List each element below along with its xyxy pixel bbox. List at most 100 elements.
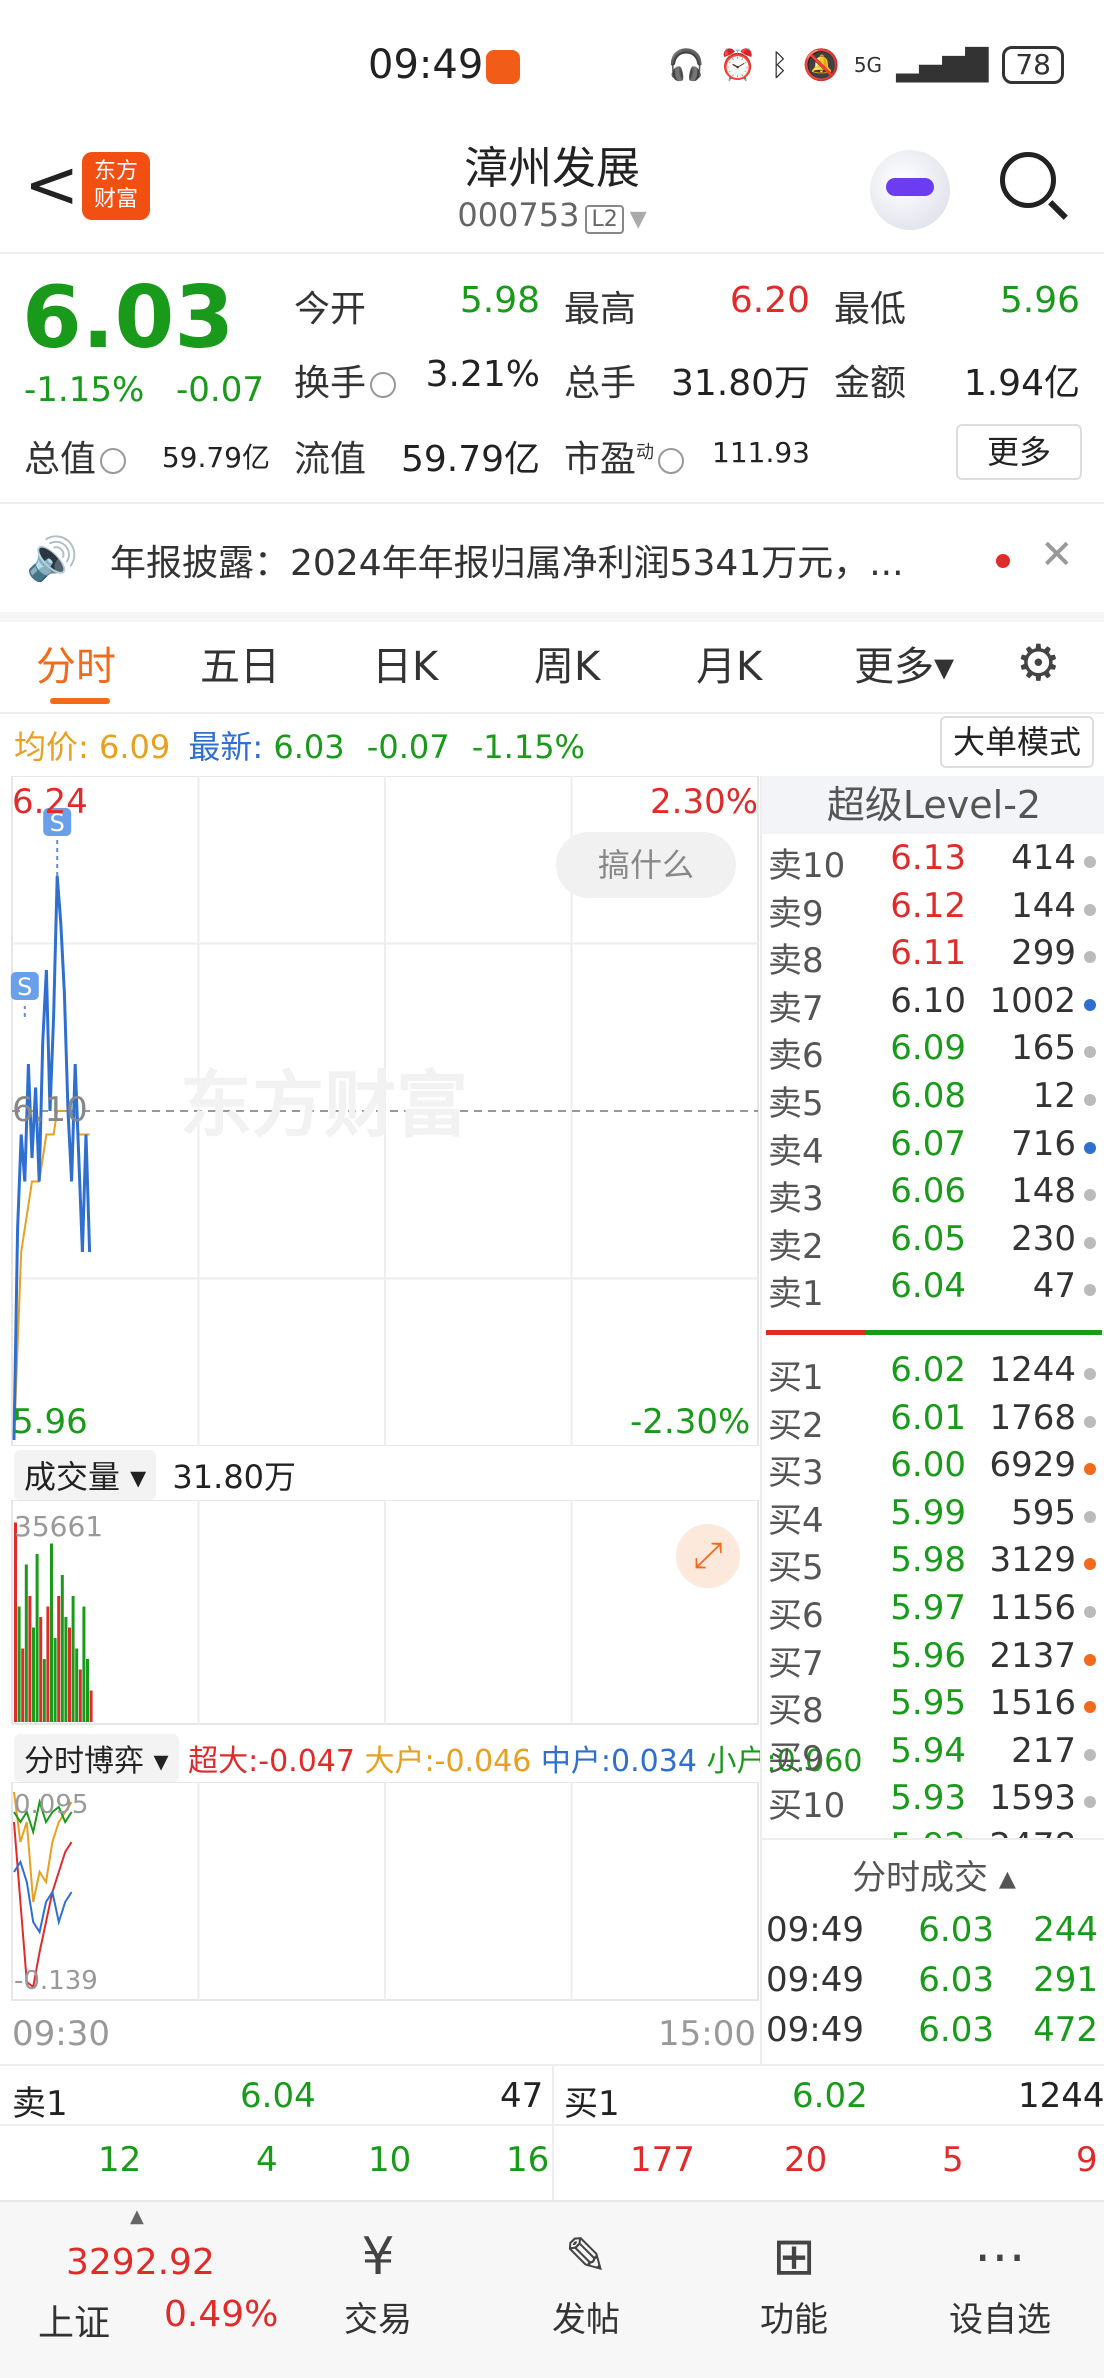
ask-row[interactable]: 卖7 6.10 1002 [762, 981, 1104, 1029]
ai-bubble-button[interactable]: 搞什么 [556, 832, 736, 898]
robot-assistant-icon[interactable] [870, 150, 950, 230]
volume-bar [14, 1522, 17, 1722]
turnover-label: 换手 [294, 354, 397, 406]
more-button[interactable]: 更多 [956, 424, 1082, 480]
change-percent: -1.15% [24, 370, 145, 410]
bid1-label: 买1 [564, 2084, 620, 2124]
order-dot [1084, 1653, 1096, 1666]
chart-tabs: 分时 五日 日K 周K 月K 更多▾ ⚙ [0, 624, 1104, 714]
volume-selector[interactable]: 成交量 ▾ [14, 1450, 157, 1500]
level-label: 卖9 [768, 893, 824, 934]
expand-icon[interactable]: ⤢ [676, 1524, 740, 1588]
order-dot [1084, 856, 1096, 868]
index-ticker[interactable]: ▲ 3292.92 上证 0.49% [0, 2202, 290, 2378]
price-summary-line: 均价: 6.09 最新: 6.03 -0.07 -1.15% [14, 722, 585, 768]
bid-count: 5 [942, 2140, 964, 2180]
info-icon[interactable] [370, 372, 397, 398]
nav-functions[interactable]: ⊞ 功能 [724, 2222, 864, 2341]
ask-row[interactable]: 卖5 6.08 12 [762, 1076, 1104, 1124]
bid-row[interactable]: 买4 5.99 595 [762, 1493, 1104, 1541]
level-label: 买6 [768, 1596, 824, 1636]
nav-add-watchlist[interactable]: ⋯ 设自选 [930, 2222, 1070, 2341]
nav-trade[interactable]: ¥ 交易 [308, 2222, 448, 2341]
bid-row[interactable]: 买2 6.01 1768 [762, 1398, 1104, 1446]
speaker-icon: 🔊 [26, 534, 79, 583]
nav-functions-label: 功能 [760, 2300, 828, 2340]
level-label: 买2 [768, 1405, 824, 1446]
trade-time: 09:49 [766, 2010, 864, 2050]
ask-row[interactable]: 卖6 6.09 165 [762, 1028, 1104, 1076]
chart-top-price: 6.24 [12, 782, 88, 822]
time-axis-start: 09:30 [12, 2014, 110, 2054]
bid-count: 20 [784, 2140, 828, 2180]
level-qty: 6929 [989, 1445, 1076, 1486]
pe-value: 111.93 [712, 436, 810, 469]
nav-post[interactable]: ✎ 发帖 [516, 2222, 656, 2341]
volume-chart [11, 1500, 759, 1725]
ask-row[interactable]: 卖2 6.05 230 [762, 1219, 1104, 1267]
order-dot [1084, 1606, 1096, 1618]
bid-row[interactable]: 买1 6.02 1244 [762, 1350, 1104, 1398]
volume-bar [21, 1648, 25, 1722]
info-icon[interactable] [658, 448, 685, 474]
bid-row[interactable]: 买6 5.97 1156 [762, 1588, 1104, 1636]
money-flow-max-label: 0.095 [14, 1790, 89, 1820]
high-value: 6.20 [729, 280, 810, 321]
level-badge: L2 [585, 205, 624, 234]
status-icons: 🎧 ⏰ ᛒ 🔕 5G ▂▄▆█ 78 [668, 46, 1064, 84]
nav-post-label: 发帖 [552, 2300, 620, 2340]
bid-row[interactable]: 买7 5.96 2137 [762, 1636, 1104, 1684]
order-dot [1084, 951, 1096, 964]
avg-value: 6.09 [98, 728, 171, 766]
bid-row[interactable]: 买10 5.93 1593 [762, 1778, 1104, 1826]
level2-title[interactable]: 超级Level-2 [762, 776, 1104, 834]
notice-banner[interactable]: 🔊 年报披露：2024年年报归属净利润5341万元，... ✕ [0, 506, 1104, 610]
tab-monthly-k[interactable]: 月K [696, 634, 762, 692]
bid-row[interactable]: 买3 6.00 6929 [762, 1445, 1104, 1493]
close-icon[interactable]: ✕ [1040, 532, 1074, 578]
tab-five-day[interactable]: 五日 [200, 634, 280, 692]
ask-row[interactable]: 卖4 6.07 716 [762, 1124, 1104, 1172]
amount-value: 1.94亿 [963, 363, 1080, 404]
volume-bar [46, 1606, 50, 1722]
big-order-mode-button[interactable]: 大单模式 [940, 716, 1094, 768]
amount-label: 金额 [834, 363, 907, 404]
volume-header: 成交量 ▾ 31.80万 [14, 1450, 296, 1500]
pe-superscript: 动 [636, 442, 655, 463]
volume-bar [32, 1627, 35, 1722]
search-icon[interactable] [1000, 152, 1056, 208]
money-flow-selector[interactable]: 分时博弈 ▾ [14, 1734, 179, 1782]
trade-volume: 472 [1033, 2010, 1098, 2050]
trade-icon: ¥ [361, 2227, 395, 2287]
float-value: 59.79亿 [400, 439, 540, 480]
level-qty: 1002 [989, 980, 1076, 1021]
volume-label: 总手 [564, 363, 637, 404]
trades-title[interactable]: 分时成交 ▴ [762, 1850, 1104, 1899]
money-flow-min-label: -0.139 [14, 1966, 98, 1996]
chart-bottom-pct: -2.30% [630, 1402, 751, 1442]
level-qty: 144 [1011, 885, 1076, 926]
level-qty: 165 [1011, 1028, 1076, 1069]
ask-row[interactable]: 卖3 6.06 148 [762, 1171, 1104, 1219]
ask-row[interactable]: 卖9 6.12 144 [762, 886, 1104, 934]
latest-pct: -1.15% [471, 728, 585, 766]
tab-intraday[interactable]: 分时 [36, 634, 116, 692]
tab-more[interactable]: 更多▾ [854, 634, 954, 692]
ask-row[interactable]: 卖10 6.13 414 [762, 838, 1104, 886]
tab-weekly-k[interactable]: 周K [534, 634, 600, 692]
bid-row[interactable]: 买9 5.94 217 [762, 1731, 1104, 1779]
ask-row[interactable]: 卖1 6.04 47 [762, 1266, 1104, 1314]
level-label: 卖5 [768, 1084, 824, 1124]
mktcap-value: 59.79亿 [161, 441, 270, 474]
bid-row[interactable]: 买8 5.95 1516 [762, 1683, 1104, 1731]
ask-row[interactable]: 卖8 6.11 299 [762, 933, 1104, 981]
gear-icon[interactable]: ⚙ [1016, 634, 1061, 692]
level-qty: 299 [1011, 933, 1076, 974]
info-icon[interactable] [100, 448, 127, 474]
bid-count: 9 [1076, 2140, 1098, 2180]
trade-volume: 291 [1033, 1960, 1098, 2000]
level-label: 买5 [768, 1548, 824, 1589]
tab-daily-k[interactable]: 日K [372, 634, 438, 692]
notice-text[interactable]: 年报披露：2024年年报归属净利润5341万元，... [110, 534, 904, 586]
bid-row[interactable]: 买5 5.98 3129 [762, 1540, 1104, 1588]
